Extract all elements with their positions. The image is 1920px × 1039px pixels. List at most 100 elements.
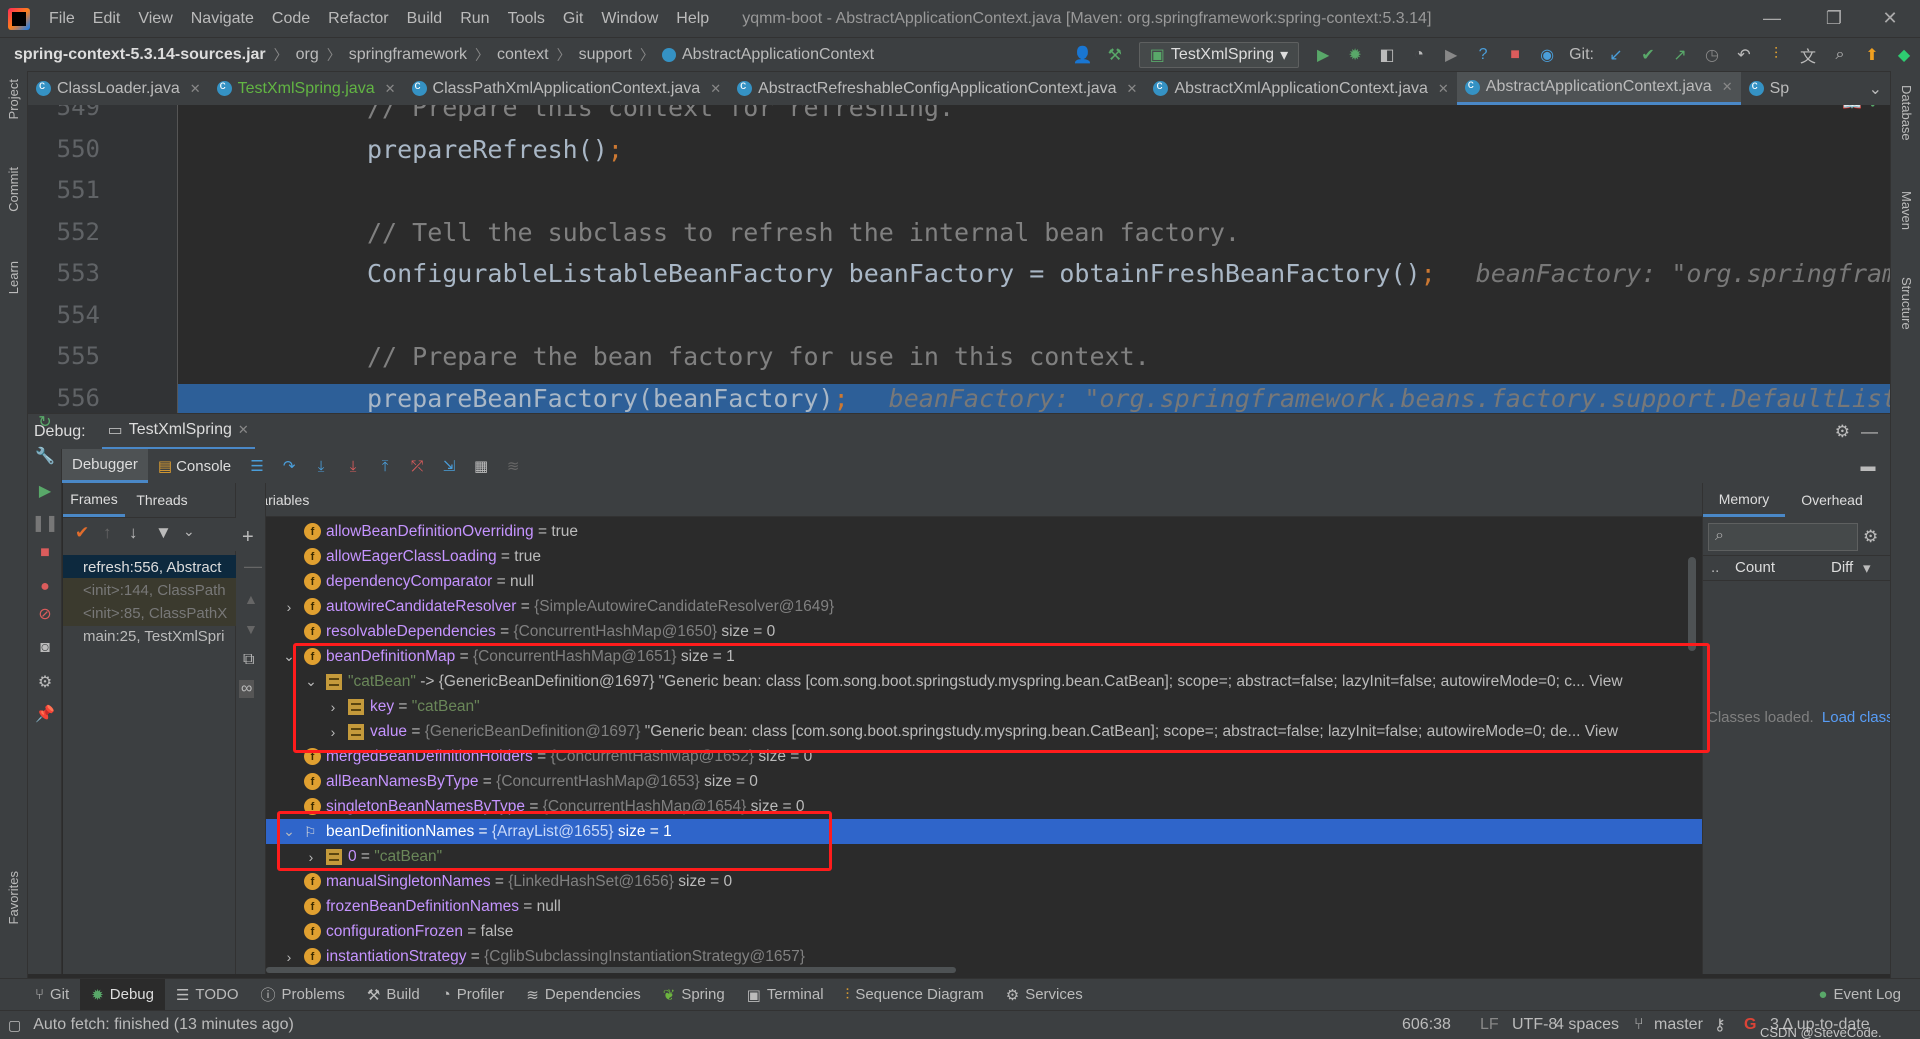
breadcrumb-support[interactable]: support	[579, 46, 632, 64]
history-icon[interactable]: ◷	[1699, 42, 1725, 68]
move-up-icon[interactable]: ▲	[244, 591, 258, 607]
tab-sp[interactable]: Sp	[1741, 72, 1798, 105]
tool-dependencies[interactable]: ≋ Dependencies	[515, 979, 651, 1011]
variable-row[interactable]: f allBeanNamesByType = {ConcurrentHashMap…	[266, 769, 1702, 794]
tab-overhead[interactable]: Overhead	[1791, 483, 1873, 517]
variable-row[interactable]: f allowBeanDefinitionOverriding = true	[266, 519, 1702, 544]
close-tab-icon[interactable]: ✕	[1127, 81, 1138, 97]
resume-icon[interactable]: ▶	[34, 480, 56, 502]
code-line[interactable]: ConfigurableListableBeanFactory beanFact…	[367, 259, 1890, 288]
breadcrumb-springframework[interactable]: springframework	[349, 46, 467, 64]
line-number[interactable]: 555	[28, 342, 100, 370]
tab-frames[interactable]: Frames	[63, 483, 125, 517]
drop-frame-icon[interactable]: ⤱	[406, 455, 428, 477]
watches-glasses-icon[interactable]: ∞	[239, 680, 255, 698]
view-breakpoints-icon[interactable]: ●	[34, 576, 56, 598]
build-hammer-icon[interactable]: ⚒	[1102, 42, 1128, 68]
menu-tools[interactable]: Tools	[508, 10, 545, 28]
git-commit-icon[interactable]: ✔	[1635, 42, 1661, 68]
menu-file[interactable]: File	[49, 10, 75, 28]
run-to-cursor-icon[interactable]: ⇲	[438, 455, 460, 477]
menu-build[interactable]: Build	[407, 10, 443, 28]
tab-classloader[interactable]: ClassLoader.java ✕	[28, 72, 209, 105]
move-down-icon[interactable]: ▼	[244, 621, 258, 637]
menu-lines-icon[interactable]: ☰	[246, 455, 268, 477]
variable-row[interactable]: › f instantiationStrategy = {CglibSubclass…	[266, 944, 1702, 969]
caret-position[interactable]: 606:38	[1402, 1016, 1451, 1034]
column-diff[interactable]: Diff	[1831, 559, 1853, 576]
stripe-database[interactable]: Database	[1899, 85, 1914, 141]
mute-breakpoints-icon[interactable]: ⊘	[34, 603, 56, 625]
stripe-project[interactable]: Project	[6, 79, 21, 119]
line-separator[interactable]: LF	[1480, 1016, 1499, 1034]
tool-debug[interactable]: ✹ Debug	[80, 978, 165, 1011]
variable-row[interactable]: f configurationFrozen = false	[266, 919, 1702, 944]
evaluate-expression-icon[interactable]: ▦	[470, 455, 492, 477]
run-icon[interactable]: ▶	[1310, 42, 1336, 68]
variable-row[interactable]: ⌄ ⚐ beanDefinitionNames = {ArrayList@1655}…	[266, 819, 1702, 844]
copy-icon[interactable]: ⧉	[243, 651, 254, 669]
tool-git[interactable]: ⑂ Git	[24, 979, 80, 1011]
search-icon[interactable]: ⌕	[1827, 42, 1853, 68]
expand-chevron-right-icon[interactable]: ›	[282, 599, 296, 615]
close-tab-icon[interactable]: ✕	[190, 81, 201, 97]
variable-row[interactable]: f mergedBeanDefinitionHolders = {Concurre…	[266, 744, 1702, 769]
stack-frame[interactable]: <init>:85, ClassPathX	[63, 601, 236, 626]
expand-chevron-down-icon[interactable]: ⌄	[282, 648, 296, 665]
code-line[interactable]: // Prepare the bean factory for use in t…	[367, 342, 1150, 371]
close-tab-icon[interactable]: ✕	[385, 81, 396, 97]
chevron-down-icon[interactable]: ⌄	[183, 523, 195, 540]
line-number[interactable]: 552	[28, 218, 100, 246]
update-icon[interactable]: ⬆	[1859, 42, 1885, 68]
menu-refactor[interactable]: Refactor	[328, 10, 388, 28]
close-window-button[interactable]: ✕	[1862, 0, 1918, 37]
rerun-icon[interactable]: ↻	[34, 411, 56, 433]
camera-icon[interactable]: ◙	[34, 637, 56, 659]
stack-frame[interactable]: <init>:144, ClassPath	[63, 578, 236, 603]
tab-debugger[interactable]: Debugger	[62, 449, 148, 483]
step-out-icon[interactable]: ⤒	[374, 455, 396, 477]
tab-abstractrefreshable[interactable]: AbstractRefreshableConfigApplicationCont…	[729, 72, 1145, 105]
status-message[interactable]: Auto fetch: finished (13 minutes ago)	[33, 1016, 294, 1034]
menu-navigate[interactable]: Navigate	[191, 10, 254, 28]
memory-settings-icon[interactable]: ⚙	[1863, 527, 1878, 547]
line-number[interactable]: 550	[28, 135, 100, 163]
code-line[interactable]: prepareBeanFactory(beanFactory); beanFact…	[367, 384, 1890, 413]
breadcrumb-class[interactable]: AbstractApplicationContext	[662, 46, 874, 64]
minimize-button[interactable]: —	[1744, 0, 1800, 37]
tab-memory[interactable]: Memory	[1703, 483, 1785, 517]
git-update-icon[interactable]: ↙	[1603, 42, 1629, 68]
jetbrains-icon[interactable]: ◆	[1891, 42, 1917, 68]
run-more-icon[interactable]: ▶	[1438, 42, 1464, 68]
tool-services[interactable]: ⚙ Services	[995, 979, 1094, 1011]
expand-chevron-right-icon[interactable]: ›	[326, 699, 340, 715]
tab-classpathxml[interactable]: ClassPathXmlApplicationContext.java ✕	[404, 72, 730, 105]
stop-debug-icon[interactable]: ■	[34, 542, 56, 564]
memory-search-input[interactable]: ⌕	[1708, 523, 1858, 551]
variable-row[interactable]: › value = {GenericBeanDefinition@1697} "G…	[266, 719, 1702, 744]
check-icon[interactable]: ✔	[75, 523, 89, 543]
pin-icon[interactable]: 📌	[34, 703, 56, 725]
add-watch-icon[interactable]: +	[242, 526, 254, 549]
file-encoding[interactable]: UTF-8	[1512, 1016, 1557, 1034]
git-push-icon[interactable]: ↗	[1667, 42, 1693, 68]
line-number[interactable]: 554	[28, 301, 100, 329]
hide-panel-icon[interactable]: —	[1861, 422, 1878, 442]
variable-row[interactable]: › 0 = "catBean"	[266, 844, 1702, 869]
stripe-structure[interactable]: Structure	[1899, 277, 1914, 330]
line-number[interactable]: 549	[28, 105, 100, 121]
status-panel-icon[interactable]: ▢	[8, 1017, 21, 1034]
expand-chevron-down-icon[interactable]: ⌄	[304, 673, 318, 690]
pause-icon[interactable]: ❚❚	[32, 512, 59, 534]
tool-problems[interactable]: ⓘ Problems	[249, 979, 355, 1011]
close-tab-icon[interactable]: ✕	[1438, 81, 1449, 97]
menu-window[interactable]: Window	[601, 10, 658, 28]
breadcrumb-jar[interactable]: spring-context-5.3.14-sources.jar	[14, 46, 266, 64]
coverage-icon[interactable]: ◧	[1374, 42, 1400, 68]
line-number[interactable]: 553	[28, 259, 100, 287]
breadcrumb-context[interactable]: context	[497, 46, 549, 64]
line-number[interactable]: 556	[28, 384, 100, 412]
trace-stream-icon[interactable]: ≋	[502, 455, 524, 477]
debug-bug-icon[interactable]: ✹	[1342, 42, 1368, 68]
rollback-icon[interactable]: ↶	[1731, 42, 1757, 68]
